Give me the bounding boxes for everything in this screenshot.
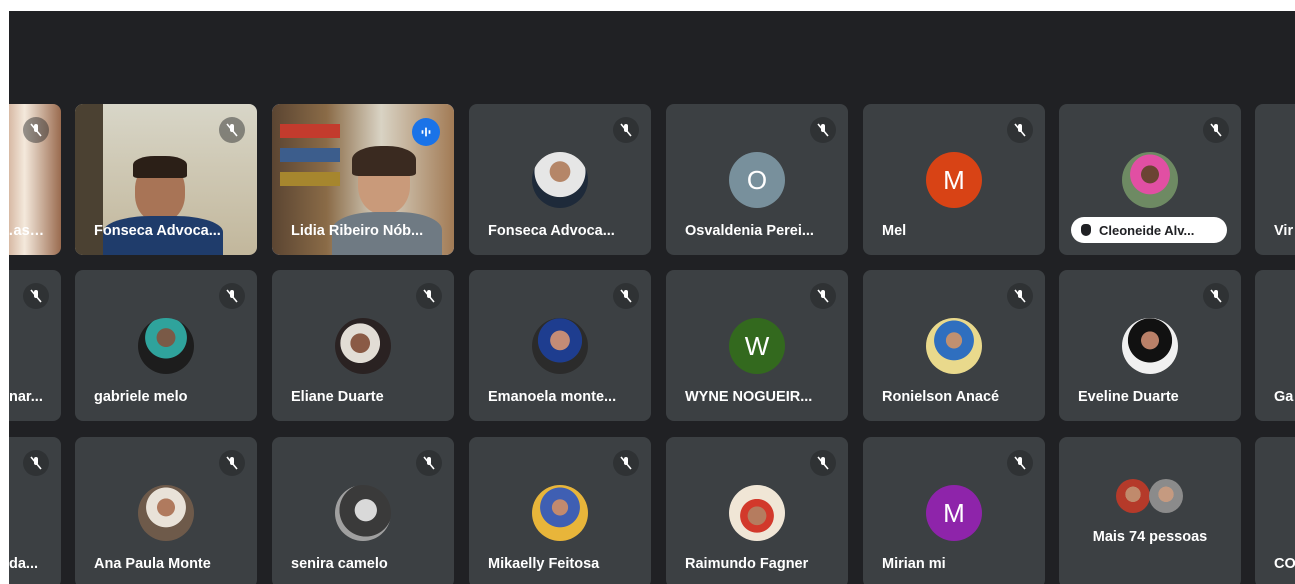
participant-name: Ga (1274, 389, 1294, 405)
participant-tile[interactable]: Fonseca Advoca... (75, 104, 257, 255)
mic-off-icon (810, 283, 836, 309)
avatar (138, 485, 194, 541)
participant-name: Fonseca Advoca... (488, 223, 615, 239)
avatar (335, 318, 391, 374)
participant-name: Osvaldenia Perei... (685, 223, 814, 239)
participant-name: Mikaelly Feitosa (488, 556, 600, 572)
mic-off-icon (416, 283, 442, 309)
mic-off-icon (219, 117, 245, 143)
participant-tile[interactable]: Emanoela monte... (469, 270, 651, 421)
participant-tile[interactable]: W WYNE NOGUEIR... (666, 270, 848, 421)
mic-off-icon (1203, 283, 1229, 309)
mic-off-icon (1203, 117, 1229, 143)
mic-off-icon (219, 450, 245, 476)
avatar (1149, 479, 1183, 513)
participant-tile[interactable]: senira camelo (272, 437, 454, 584)
avatar (1122, 152, 1178, 208)
participant-name: Ana Paula Monte (94, 556, 211, 572)
participant-tile[interactable]: Raimundo Fagner (666, 437, 848, 584)
avatar (335, 485, 391, 541)
participant-name: Raimundo Fagner (685, 556, 809, 572)
participant-tile[interactable]: nar... (9, 270, 61, 421)
raised-hand-icon (1081, 224, 1091, 236)
participant-name: Mel (882, 223, 907, 239)
mic-off-icon (219, 283, 245, 309)
avatar: M (926, 485, 982, 541)
mic-off-icon (613, 450, 639, 476)
avatar (1122, 318, 1178, 374)
avatar (926, 318, 982, 374)
participant-name: Emanoela monte... (488, 389, 617, 405)
mic-off-icon (810, 450, 836, 476)
participant-tile[interactable]: Ga (1255, 270, 1295, 421)
mic-off-icon (23, 283, 49, 309)
avatar: O (729, 152, 785, 208)
participant-name: Ronielson Anacé (882, 389, 1000, 405)
mic-off-icon (613, 117, 639, 143)
participant-tile[interactable]: gabriele melo (75, 270, 257, 421)
avatar: W (729, 318, 785, 374)
participant-tile[interactable]: Eveline Duarte (1059, 270, 1241, 421)
avatar (532, 152, 588, 208)
participant-tile[interactable]: Ana Paula Monte (75, 437, 257, 584)
mic-off-icon (613, 283, 639, 309)
avatar: M (926, 152, 982, 208)
participant-tile[interactable]: O Osvaldenia Perei... (666, 104, 848, 255)
participant-name: Lidia Ribeiro Nób... (291, 223, 424, 239)
participant-tile[interactable]: Eliane Duarte (272, 270, 454, 421)
participant-tile[interactable]: Ronielson Anacé (863, 270, 1045, 421)
more-participants-label: Mais 74 pessoas (1092, 529, 1208, 545)
avatar (532, 318, 588, 374)
participant-name: da... (9, 556, 39, 572)
participant-tile[interactable]: da... (9, 437, 61, 584)
participant-name: CO (1274, 556, 1295, 572)
mic-off-icon (416, 450, 442, 476)
participant-tile[interactable]: Vir (1255, 104, 1295, 255)
avatar (729, 485, 785, 541)
mic-off-icon (1007, 117, 1033, 143)
avatar (138, 318, 194, 374)
mic-off-icon (810, 117, 836, 143)
participant-tile[interactable]: CO (1255, 437, 1295, 584)
mic-off-icon (1007, 283, 1033, 309)
participant-name: nar... (9, 389, 43, 405)
participant-tile[interactable]: M Mirian mi (863, 437, 1045, 584)
participant-name: Eliane Duarte (291, 389, 384, 405)
mic-off-icon (23, 450, 49, 476)
meeting-grid: …ass… Fonseca Advoca... Lidia Ribeiro Nó… (9, 11, 1295, 584)
participant-tile-speaking[interactable]: Lidia Ribeiro Nób... (272, 104, 454, 255)
participant-name: Mirian mi (882, 556, 946, 572)
participant-name: Eveline Duarte (1078, 389, 1179, 405)
raised-hand-pill: Cleoneide Alv... (1071, 217, 1227, 243)
mic-off-icon (23, 117, 49, 143)
participant-name: WYNE NOGUEIR... (685, 389, 813, 405)
participant-tile[interactable]: M Mel (863, 104, 1045, 255)
participant-name: Fonseca Advoca... (94, 223, 221, 239)
participant-tile[interactable]: …ass… (9, 104, 61, 255)
more-participants-tile[interactable]: Mais 74 pessoas (1059, 437, 1241, 584)
audio-level-icon (412, 118, 440, 146)
participant-name: …ass… (9, 223, 47, 239)
mic-off-icon (1007, 450, 1033, 476)
participant-name: Cleoneide Alv... (1099, 222, 1195, 238)
participant-name: senira camelo (291, 556, 388, 572)
participant-tile[interactable]: Cleoneide Alv... (1059, 104, 1241, 255)
participant-name: Vir (1274, 223, 1294, 239)
avatar (532, 485, 588, 541)
avatar (1116, 479, 1150, 513)
participant-name: gabriele melo (94, 389, 188, 405)
participant-tile[interactable]: Mikaelly Feitosa (469, 437, 651, 584)
participant-tile[interactable]: Fonseca Advoca... (469, 104, 651, 255)
